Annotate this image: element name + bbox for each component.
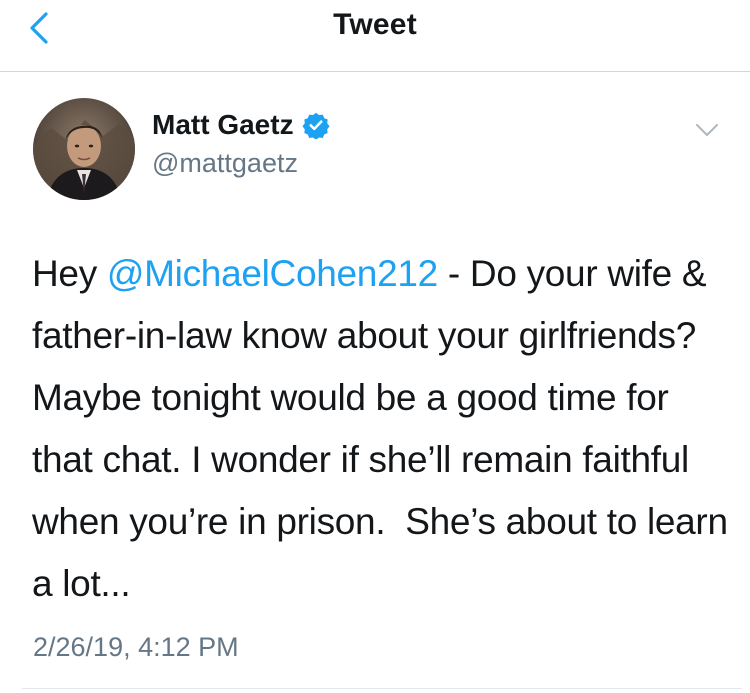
tweet-author: Matt Gaetz @mattgaetz [152, 108, 330, 180]
author-handle[interactable]: @mattgaetz [152, 146, 330, 180]
tweet-text: Hey @MichaelCohen212 - Do your wife & fa… [32, 243, 732, 615]
chevron-down-icon[interactable] [694, 117, 720, 143]
tweet-text-lead: Hey [32, 253, 107, 294]
author-name-row[interactable]: Matt Gaetz [152, 108, 330, 142]
page-title: Tweet [333, 8, 417, 41]
tweet-timestamp: 2/26/19, 4:12 PM [33, 632, 239, 662]
mention-link[interactable]: @MichaelCohen212 [107, 253, 438, 294]
nav-divider [0, 71, 750, 72]
verified-badge-icon [302, 112, 330, 139]
bottom-divider [22, 688, 742, 689]
author-name: Matt Gaetz [152, 109, 294, 140]
avatar[interactable] [33, 98, 135, 200]
tweet-text-body: - Do your wife & father-in-law know abou… [32, 253, 738, 604]
nav-bar: Tweet [0, 0, 750, 72]
